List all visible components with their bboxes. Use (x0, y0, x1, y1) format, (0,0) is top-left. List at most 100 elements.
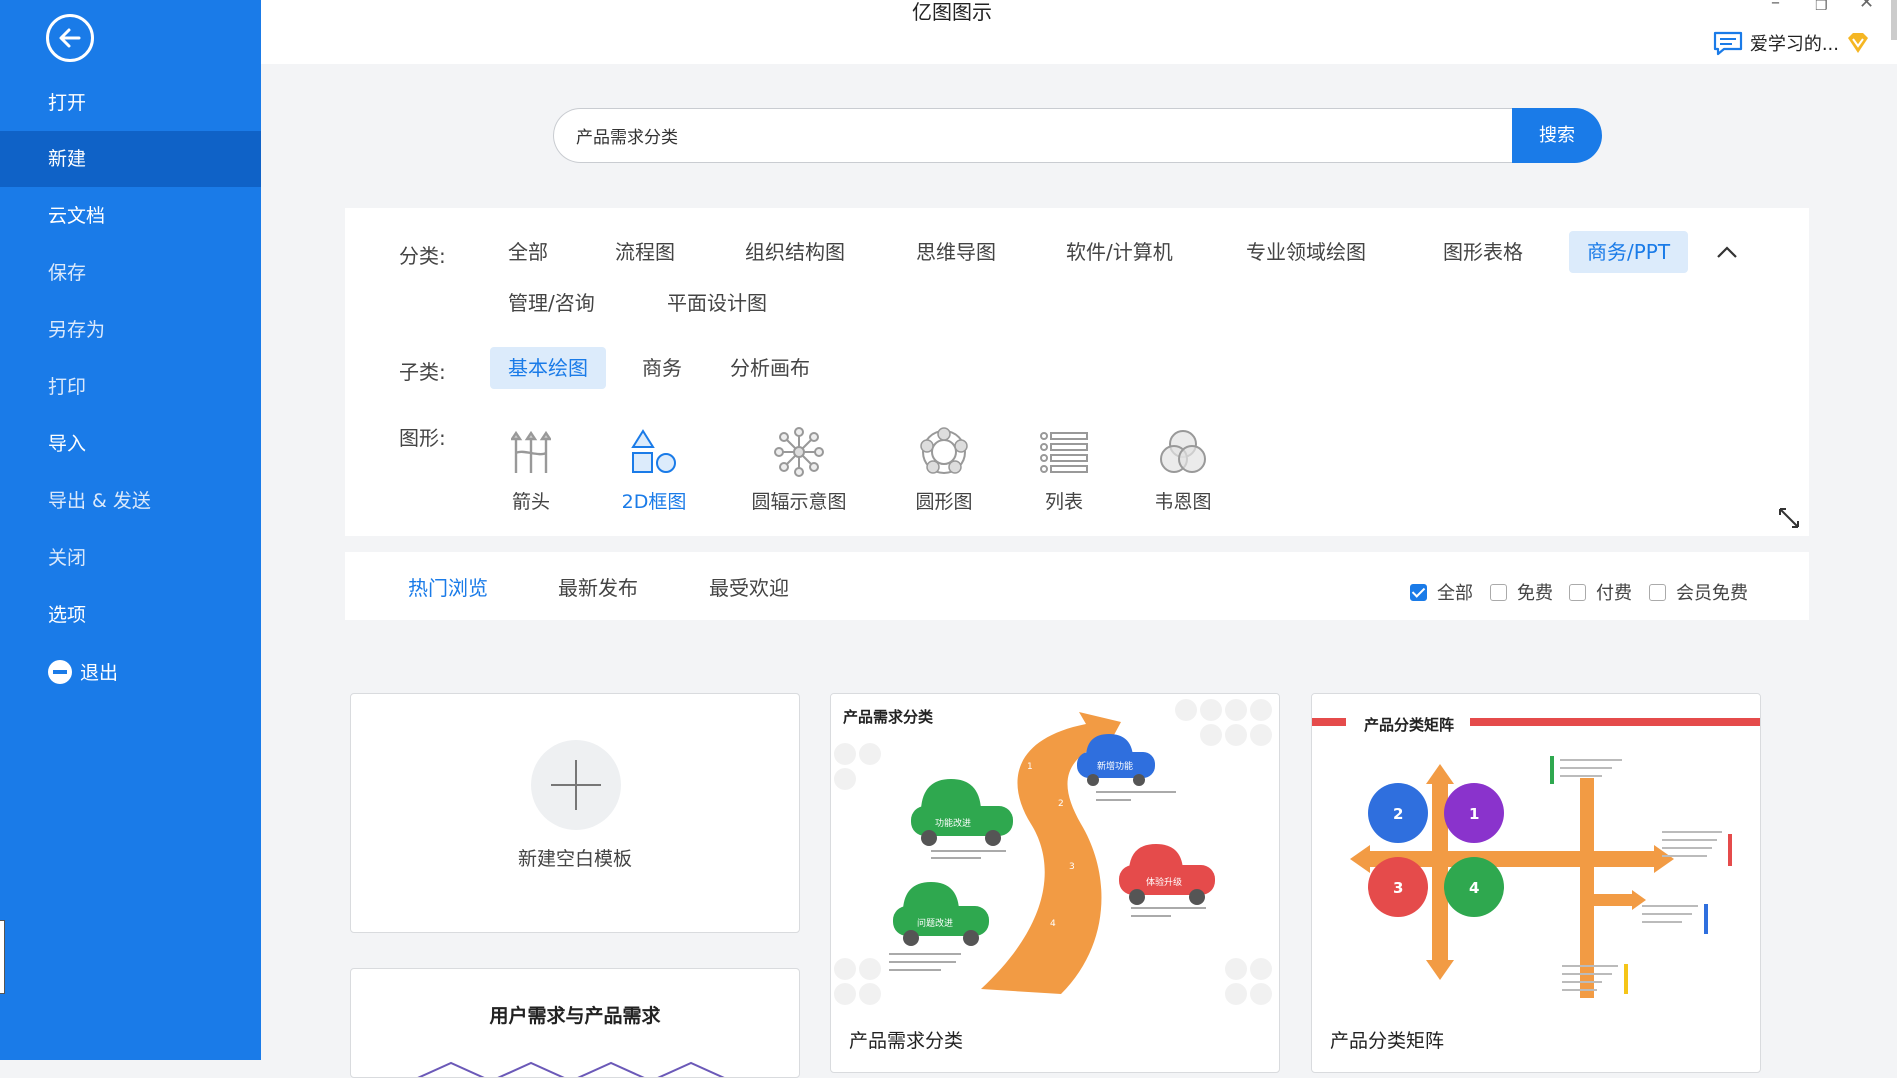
category-all[interactable]: 全部 (490, 231, 566, 273)
shape-radial[interactable]: 圆辐示意图 (739, 423, 859, 514)
sidebar-item-cloud[interactable]: 云文档 (0, 188, 261, 244)
filter-member-free-checkbox[interactable]: 会员免费 (1649, 579, 1748, 605)
restore-icon[interactable]: ❐ (1815, 0, 1828, 14)
sidebar-item-options[interactable]: 选项 (0, 587, 261, 643)
sidebar-item-label: 保存 (48, 262, 87, 284)
sidebar-item-saveas[interactable]: 另存为 (0, 302, 261, 358)
filter-all-checkbox[interactable]: 全部 (1410, 579, 1473, 605)
svg-text:1: 1 (1027, 762, 1033, 772)
subcategory-basic-drawing[interactable]: 基本绘图 (490, 347, 606, 389)
shape-list[interactable]: 列表 (1004, 423, 1124, 514)
subcategory-label: 子类: (399, 360, 446, 384)
2d-block-shape-icon (631, 429, 676, 473)
template-thumbnail: 功能改进 问题改进 新增功能 体验升级 1 2 3 4 产品需求分类 (831, 694, 1279, 1014)
sidebar-item-label: 选项 (48, 604, 87, 626)
expand-icon[interactable] (1777, 506, 1801, 534)
close-icon[interactable]: ✕ (1859, 0, 1874, 13)
app-title: 亿图图示 (912, 0, 992, 24)
category-org-chart[interactable]: 组织结构图 (727, 231, 863, 273)
sidebar-item-label: 关闭 (48, 547, 87, 569)
tab-hot[interactable]: 热门浏览 (408, 572, 488, 601)
svg-text:体验升级: 体验升级 (1146, 876, 1182, 888)
template-card-product-requirements[interactable]: 功能改进 问题改进 新增功能 体验升级 1 2 3 4 产品需求分类 产品需求分类 (830, 693, 1280, 1073)
sidebar: 打开 新建 云文档 保存 另存为 打印 导入 导出 & 发送 关闭 选项 退出 (0, 0, 261, 1060)
template-thumbnail: 2 1 3 4 产品分类矩阵 (1312, 694, 1760, 1014)
shape-2d-block[interactable]: 2D框图 (594, 423, 714, 514)
category-graphic-design[interactable]: 平面设计图 (649, 282, 785, 324)
new-blank-template-card[interactable]: 新建空白模板 (350, 693, 800, 933)
svg-text:功能改进: 功能改进 (935, 817, 971, 829)
svg-text:2: 2 (1058, 799, 1064, 809)
category-graphic-table[interactable]: 图形表格 (1425, 231, 1541, 273)
shape-circle[interactable]: 圆形图 (884, 423, 1004, 514)
title-bar: 亿图图示 – ❐ ✕ 爱学习的... (261, 0, 1897, 64)
svg-text:3: 3 (1069, 862, 1075, 872)
sidebar-item-label: 导入 (48, 433, 87, 455)
subcategory-analysis-canvas[interactable]: 分析画布 (712, 347, 828, 389)
shape-venn[interactable]: 韦恩图 (1123, 423, 1243, 514)
shape-label-text: 2D框图 (621, 491, 687, 513)
sidebar-item-label: 打印 (48, 376, 87, 398)
template-thumb-title: 产品分类矩阵 (1364, 716, 1455, 734)
search-input[interactable] (553, 108, 1513, 163)
circle-shape-icon (920, 427, 968, 474)
scrollbar-thumb[interactable] (1891, 0, 1897, 40)
shape-arrow[interactable]: 箭头 (471, 423, 591, 514)
filter-free-checkbox[interactable]: 免费 (1490, 579, 1553, 605)
svg-text:4: 4 (1050, 919, 1056, 929)
sidebar-item-import[interactable]: 导入 (0, 416, 261, 472)
category-mind-map[interactable]: 思维导图 (898, 231, 1014, 273)
chat-icon (1713, 31, 1742, 56)
shape-label: 图形: (399, 426, 446, 450)
tab-latest[interactable]: 最新发布 (558, 572, 638, 601)
svg-text:问题改进: 问题改进 (917, 917, 953, 929)
road-cars-illustration-icon: 功能改进问题改进 新增功能体验升级 1 2 3 4 (834, 699, 1272, 1005)
sidebar-item-label: 新建 (48, 148, 87, 170)
category-software[interactable]: 软件/计算机 (1048, 231, 1191, 273)
chevron-up-icon[interactable] (1715, 244, 1739, 264)
svg-text:3: 3 (1393, 879, 1403, 897)
checkbox-label: 会员免费 (1676, 583, 1748, 604)
tab-popular[interactable]: 最受欢迎 (709, 572, 789, 601)
user-name[interactable]: 爱学习的... (1750, 30, 1839, 56)
checkbox-icon (1490, 583, 1507, 601)
template-card[interactable]: 用户需求与产品需求 (350, 968, 800, 1078)
edge-handle[interactable] (0, 920, 5, 994)
svg-text:2: 2 (1393, 805, 1403, 823)
radial-shape-icon (774, 427, 824, 477)
sidebar-item-open[interactable]: 打开 (0, 75, 261, 131)
shape-label-text: 圆形图 (915, 491, 973, 513)
checkbox-label: 全部 (1437, 583, 1473, 604)
checkbox-label: 付费 (1596, 583, 1632, 604)
sidebar-item-close[interactable]: 关闭 (0, 530, 261, 586)
back-button[interactable] (46, 14, 94, 62)
user-area[interactable]: 爱学习的... (1712, 30, 1871, 56)
template-name: 产品需求分类 (849, 1030, 964, 1052)
sidebar-item-exit[interactable]: 退出 (0, 645, 261, 701)
sidebar-item-label: 云文档 (48, 205, 106, 227)
matrix-illustration-icon: 2 1 3 4 (1312, 718, 1760, 998)
minimize-icon[interactable]: – (1771, 0, 1780, 13)
filter-paid-checkbox[interactable]: 付费 (1569, 579, 1632, 605)
venn-shape-icon (1160, 430, 1206, 473)
svg-text:1: 1 (1469, 805, 1479, 823)
sidebar-item-save[interactable]: 保存 (0, 245, 261, 301)
category-label: 分类: (399, 244, 446, 268)
new-blank-label: 新建空白模板 (517, 848, 632, 870)
template-card-product-matrix[interactable]: 2 1 3 4 产品分类矩阵 产品分类矩阵 (1311, 693, 1761, 1073)
subcategory-business[interactable]: 商务 (624, 347, 700, 389)
sidebar-item-label: 退出 (80, 662, 119, 684)
plus-icon (531, 740, 621, 830)
category-business-ppt[interactable]: 商务/PPT (1569, 231, 1689, 273)
sidebar-item-label: 另存为 (48, 319, 106, 341)
arrow-shape-icon (511, 430, 551, 473)
exit-icon (48, 659, 72, 684)
sidebar-item-print[interactable]: 打印 (0, 359, 261, 415)
category-professional[interactable]: 专业领域绘图 (1228, 231, 1384, 273)
sidebar-item-export[interactable]: 导出 & 发送 (0, 473, 261, 529)
category-flowchart[interactable]: 流程图 (597, 231, 693, 273)
category-management[interactable]: 管理/咨询 (490, 282, 613, 324)
checkbox-checked-icon (1410, 583, 1427, 601)
search-button[interactable]: 搜索 (1512, 108, 1602, 163)
sidebar-item-new[interactable]: 新建 (0, 131, 261, 187)
